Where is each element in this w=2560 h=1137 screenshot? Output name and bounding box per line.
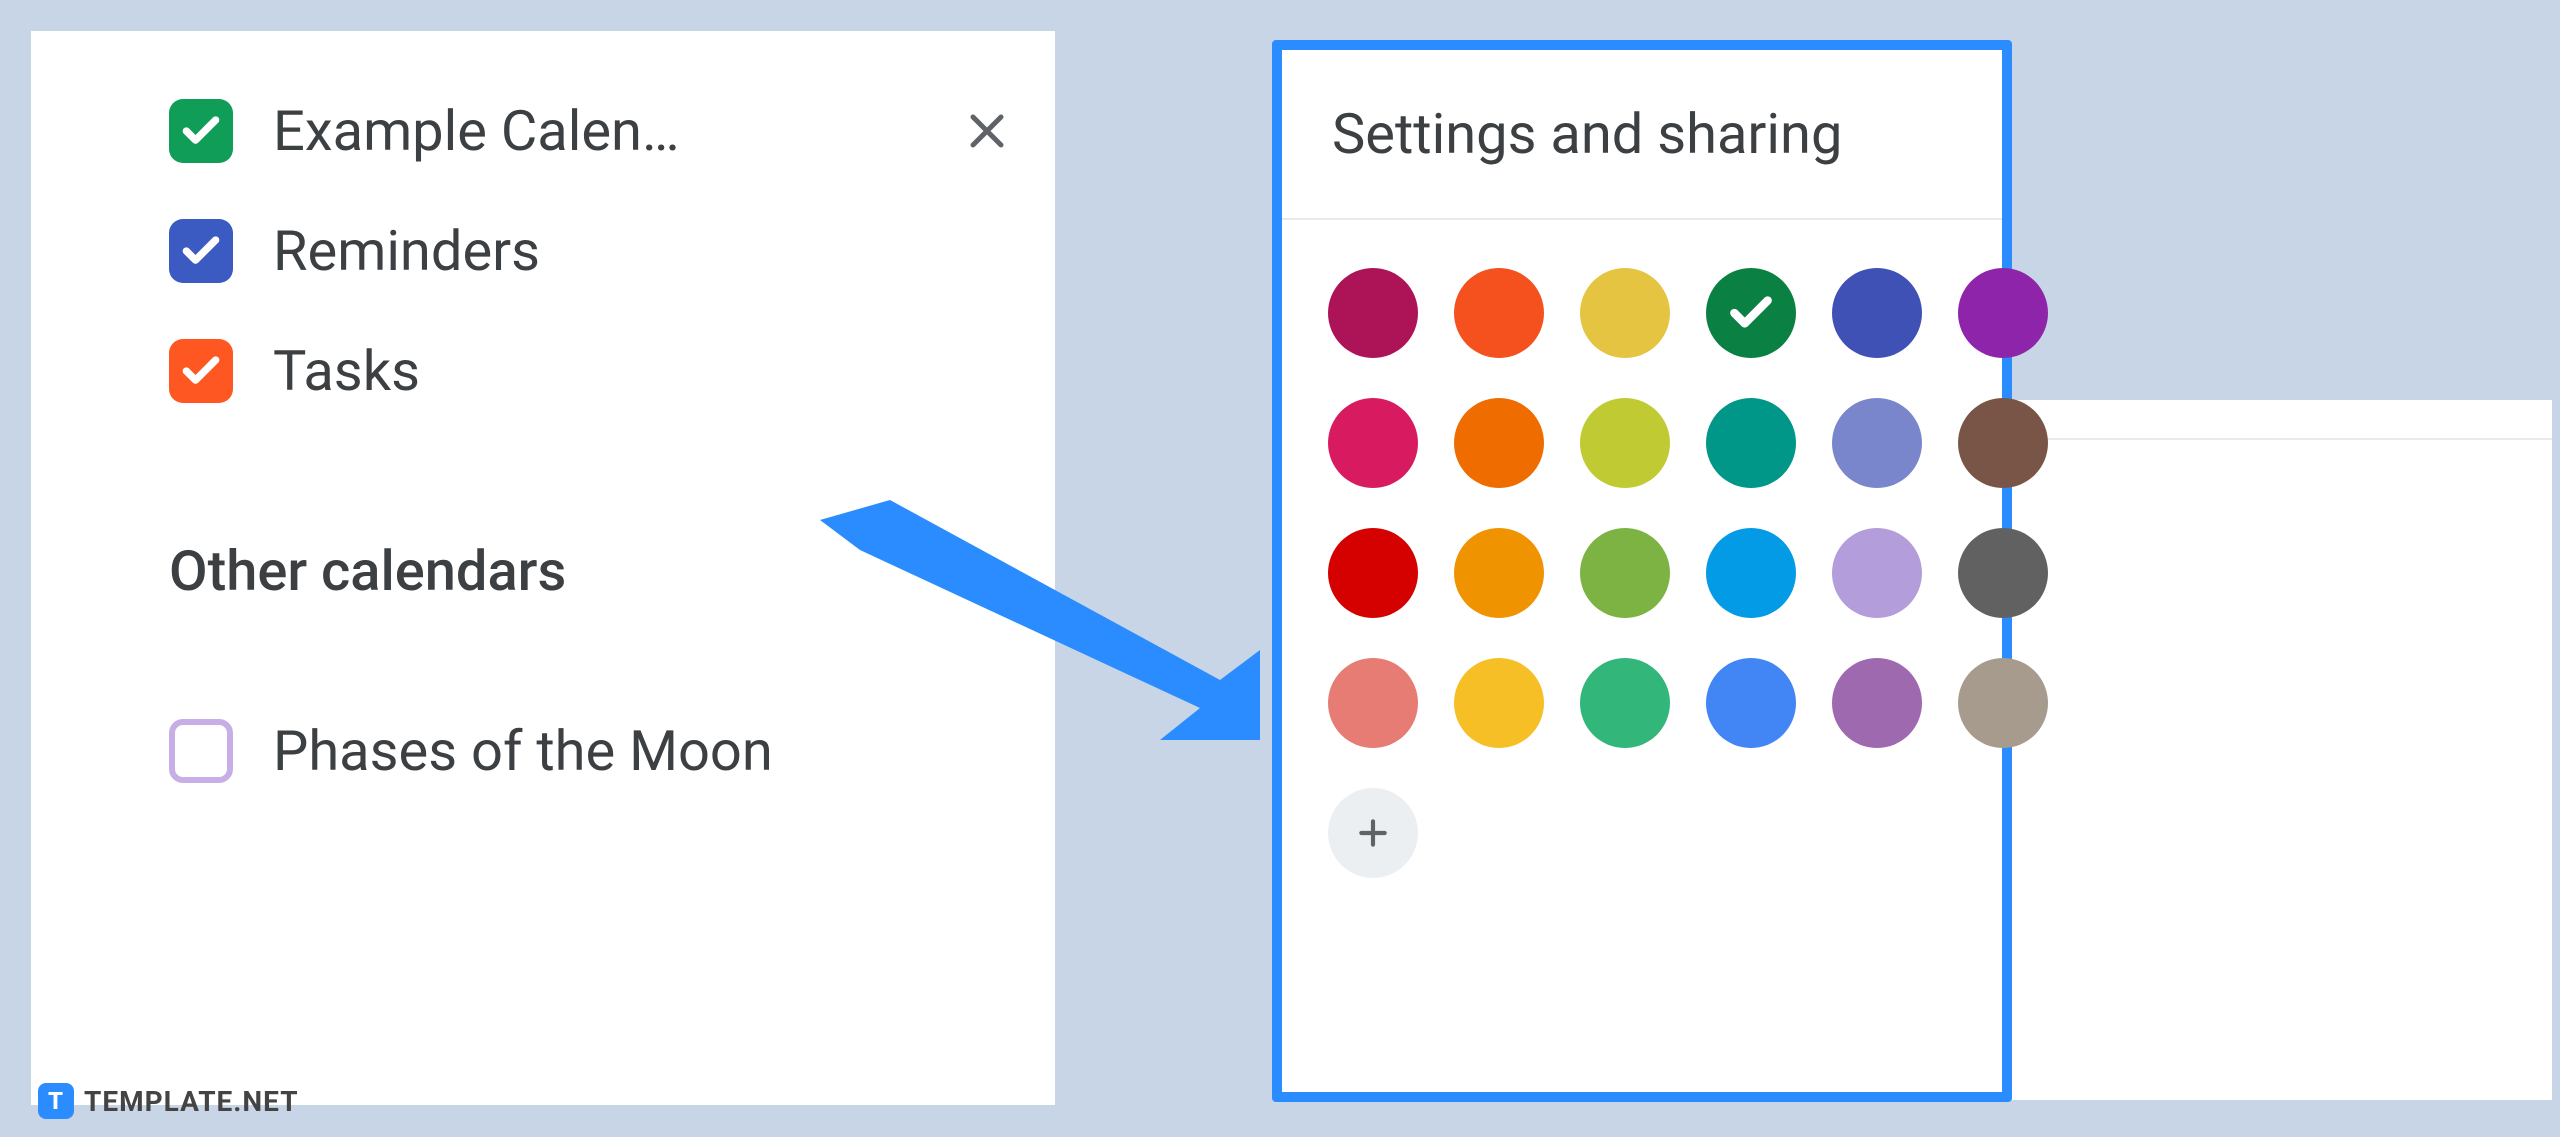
other-calendars-label: Other calendars bbox=[169, 538, 895, 604]
color-swatch-grid bbox=[1282, 220, 2002, 926]
calendar-label: Reminders bbox=[273, 218, 1015, 284]
popup-title[interactable]: Settings and sharing bbox=[1282, 50, 2002, 220]
checkmark-icon bbox=[179, 229, 223, 273]
color-swatch[interactable] bbox=[1454, 528, 1544, 618]
watermark-badge-icon: T bbox=[38, 1083, 74, 1119]
close-icon[interactable] bbox=[959, 103, 1015, 159]
checkbox-example-calendar[interactable] bbox=[169, 99, 233, 163]
checkbox-tasks[interactable] bbox=[169, 339, 233, 403]
color-swatch[interactable] bbox=[1454, 398, 1544, 488]
checkmark-icon bbox=[179, 109, 223, 153]
plus-icon bbox=[1353, 813, 1393, 853]
color-swatch[interactable] bbox=[1328, 268, 1418, 358]
color-swatch[interactable] bbox=[1580, 658, 1670, 748]
add-calendar-button[interactable] bbox=[935, 541, 995, 601]
color-swatch[interactable] bbox=[1706, 398, 1796, 488]
color-swatch[interactable] bbox=[1958, 528, 2048, 618]
plus-icon bbox=[939, 545, 991, 597]
checkbox-reminders[interactable] bbox=[169, 219, 233, 283]
color-swatch[interactable] bbox=[1958, 268, 2048, 358]
color-swatch[interactable] bbox=[1580, 268, 1670, 358]
background-strip-bottom bbox=[2012, 440, 2552, 1100]
color-swatch[interactable] bbox=[1832, 398, 1922, 488]
settings-sharing-popup: Settings and sharing bbox=[1272, 40, 2012, 1102]
background-strip-top bbox=[2012, 400, 2552, 440]
color-swatch[interactable] bbox=[1706, 268, 1796, 358]
color-swatch[interactable] bbox=[1832, 528, 1922, 618]
color-swatch[interactable] bbox=[1580, 398, 1670, 488]
watermark-text: TEMPLATE.NET bbox=[84, 1085, 299, 1118]
checkbox-phases-moon[interactable] bbox=[169, 719, 233, 783]
color-swatch[interactable] bbox=[1328, 658, 1418, 748]
color-swatch[interactable] bbox=[1832, 658, 1922, 748]
calendar-label: Example Calen… bbox=[273, 98, 919, 164]
other-calendars-header[interactable]: Other calendars bbox=[31, 511, 1055, 631]
color-swatch[interactable] bbox=[1328, 528, 1418, 618]
checkmark-icon bbox=[179, 349, 223, 393]
add-custom-color-button[interactable] bbox=[1328, 788, 1418, 878]
color-swatch[interactable] bbox=[1328, 398, 1418, 488]
color-swatch[interactable] bbox=[1454, 658, 1544, 748]
color-swatch[interactable] bbox=[1832, 268, 1922, 358]
color-swatch[interactable] bbox=[1958, 398, 2048, 488]
calendar-label: Tasks bbox=[273, 338, 1015, 404]
watermark: T TEMPLATE.NET bbox=[38, 1083, 299, 1119]
calendar-row-tasks[interactable]: Tasks bbox=[31, 311, 1055, 431]
color-swatch[interactable] bbox=[1958, 658, 2048, 748]
checkmark-icon bbox=[1726, 288, 1776, 338]
calendar-row-reminders[interactable]: Reminders bbox=[31, 191, 1055, 311]
calendar-row-phases-moon[interactable]: Phases of the Moon bbox=[31, 691, 1055, 811]
calendar-sidebar: Example Calen… Reminders Tasks Other cal… bbox=[28, 28, 1058, 1108]
color-swatch[interactable] bbox=[1454, 268, 1544, 358]
color-swatch[interactable] bbox=[1580, 528, 1670, 618]
color-swatch[interactable] bbox=[1706, 528, 1796, 618]
color-swatch[interactable] bbox=[1706, 658, 1796, 748]
calendar-label: Phases of the Moon bbox=[273, 718, 1015, 784]
calendar-row-example[interactable]: Example Calen… bbox=[31, 71, 1055, 191]
